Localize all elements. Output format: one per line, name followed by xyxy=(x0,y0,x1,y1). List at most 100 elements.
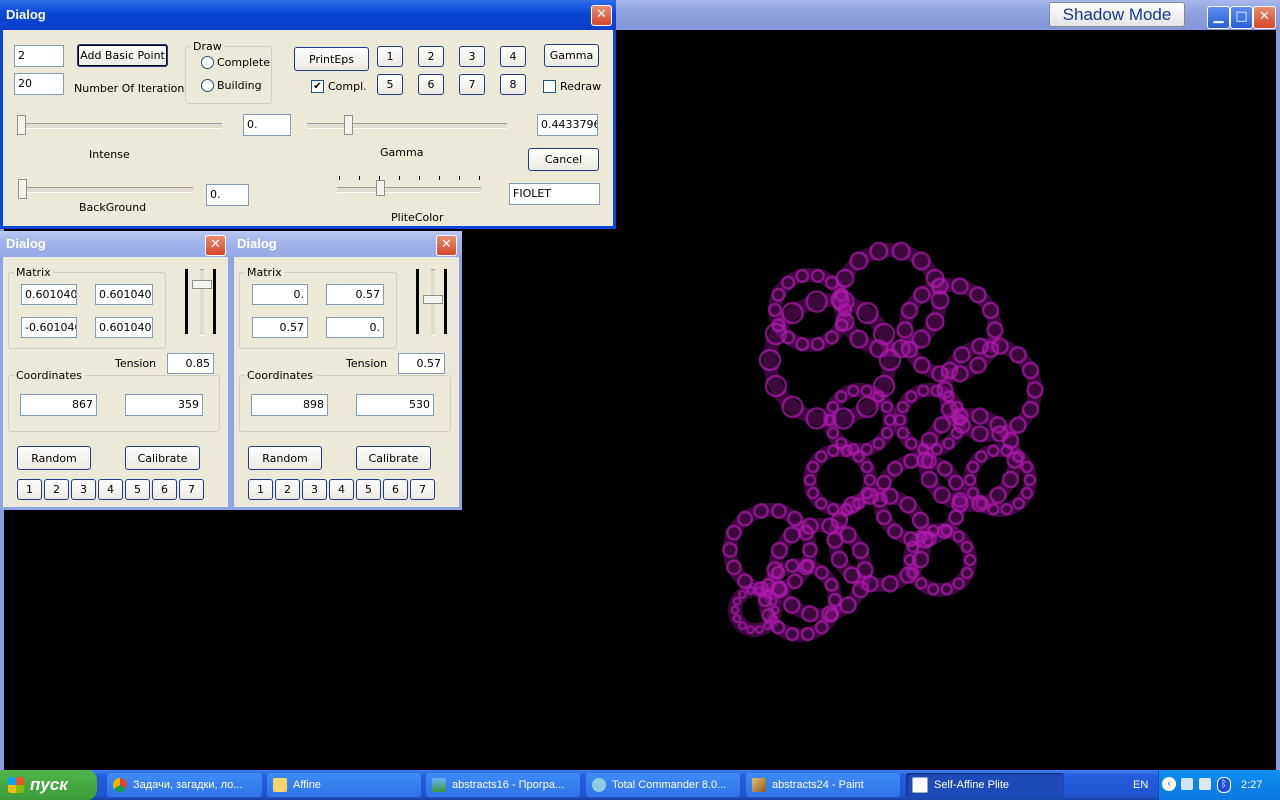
x-coordinate-field[interactable]: 898 xyxy=(251,394,328,416)
random-button[interactable]: Random xyxy=(17,446,91,470)
gamma-field[interactable]: 0.4433796 xyxy=(537,114,598,136)
calibrate-button[interactable]: Calibrate xyxy=(125,446,200,470)
number-button-3[interactable]: 3 xyxy=(302,479,327,500)
printeps-button[interactable]: PrintEps xyxy=(294,47,369,71)
clock[interactable]: 2:27 xyxy=(1241,779,1262,791)
shadow-mode-button[interactable]: Shadow Mode xyxy=(1049,2,1185,27)
intense-slider-thumb[interactable] xyxy=(17,115,26,135)
matrix-field[interactable]: 0. xyxy=(326,317,384,338)
cancel-button[interactable]: Cancel xyxy=(528,148,599,171)
basic-point-field[interactable]: 2 xyxy=(14,45,64,67)
background-label: BackGround xyxy=(79,201,147,214)
number-button-7[interactable]: 7 xyxy=(179,479,204,500)
tension-field[interactable]: 0.85 xyxy=(167,353,214,374)
start-button[interactable]: пуск xyxy=(0,770,97,800)
tension-slider-thumb[interactable] xyxy=(192,280,212,289)
tension-field[interactable]: 0.57 xyxy=(398,353,445,374)
number-button-7[interactable]: 7 xyxy=(459,74,485,95)
network-icon[interactable] xyxy=(1181,778,1193,790)
maximize-icon[interactable]: □ xyxy=(1230,6,1253,29)
taskbar-item[interactable]: abstracts16 - Програ... xyxy=(426,773,580,797)
tension-slider-thumb[interactable] xyxy=(423,295,443,304)
slider-tick xyxy=(359,176,360,180)
number-button-5[interactable]: 5 xyxy=(356,479,381,500)
number-button-3[interactable]: 3 xyxy=(71,479,96,500)
gamma-button[interactable]: Gamma xyxy=(544,44,599,67)
taskbar-item[interactable]: abstracts24 - Paint xyxy=(746,773,900,797)
taskbar-item[interactable]: Total Commander 8.0... xyxy=(586,773,740,797)
plitecolor-slider-thumb[interactable] xyxy=(376,180,385,196)
plitecolor-label: PliteColor xyxy=(391,211,444,224)
fractal-image xyxy=(722,241,1044,642)
task-label: Self-Affine Plite xyxy=(934,779,1010,791)
slider-tick xyxy=(419,176,420,180)
window-border xyxy=(1276,30,1280,770)
taskbar-item-active[interactable]: Self-Affine Plite xyxy=(906,773,1064,797)
x-coordinate-field[interactable]: 867 xyxy=(20,394,97,416)
number-button-3[interactable]: 3 xyxy=(459,46,485,67)
gamma-slider-track[interactable] xyxy=(307,123,507,129)
draw-group xyxy=(185,46,272,104)
matrix-field[interactable]: 0.57 xyxy=(252,317,308,338)
number-button-6[interactable]: 6 xyxy=(152,479,177,500)
matrix-field[interactable]: -0.6010407 xyxy=(21,317,77,338)
plitecolor-field[interactable]: FIOLET xyxy=(509,183,600,205)
taskbar-item[interactable]: Affine xyxy=(267,773,421,797)
taskbar-item[interactable]: Задачи, загадки, ло... xyxy=(107,773,262,797)
task-label: Total Commander 8.0... xyxy=(612,779,727,791)
close-icon[interactable]: ✕ xyxy=(436,235,457,256)
redraw-checkbox[interactable] xyxy=(543,80,556,93)
matrix-field[interactable]: 0.6010407 xyxy=(95,284,153,305)
matrix-field[interactable]: 0.6010407 xyxy=(95,317,153,338)
background-slider-track[interactable] xyxy=(21,187,193,193)
background-slider-thumb[interactable] xyxy=(18,179,27,199)
bluetooth-icon[interactable]: ᛒ xyxy=(1217,777,1231,793)
building-radio[interactable] xyxy=(201,79,214,92)
number-button-2[interactable]: 2 xyxy=(275,479,300,500)
number-button-5[interactable]: 5 xyxy=(125,479,150,500)
number-button-2[interactable]: 2 xyxy=(44,479,69,500)
matrix-field[interactable]: 0.6010407 xyxy=(21,284,77,305)
slider-tick xyxy=(439,176,440,180)
iterations-field[interactable]: 20 xyxy=(14,73,64,95)
close-icon[interactable]: ✕ xyxy=(205,235,226,256)
tension-slider-rail xyxy=(185,269,188,334)
number-button-6[interactable]: 6 xyxy=(418,74,444,95)
intense-slider-track[interactable] xyxy=(20,123,222,129)
number-button-5[interactable]: 5 xyxy=(377,74,403,95)
number-button-4[interactable]: 4 xyxy=(500,46,526,67)
close-icon[interactable]: ✕ xyxy=(1253,6,1276,29)
number-button-1[interactable]: 1 xyxy=(17,479,42,500)
random-button[interactable]: Random xyxy=(248,446,322,470)
minimize-icon[interactable]: ▁ xyxy=(1207,6,1230,29)
matrix-label: Matrix xyxy=(14,266,53,279)
number-button-8[interactable]: 8 xyxy=(500,74,526,95)
background-field[interactable]: 0. xyxy=(206,184,249,206)
number-button-7[interactable]: 7 xyxy=(410,479,435,500)
tension-slider-rail xyxy=(444,269,447,334)
number-button-6[interactable]: 6 xyxy=(383,479,408,500)
number-button-4[interactable]: 4 xyxy=(98,479,123,500)
close-icon[interactable]: ✕ xyxy=(591,5,612,26)
add-basic-point-button[interactable]: Add Basic Point xyxy=(77,44,168,67)
y-coordinate-field[interactable]: 530 xyxy=(356,394,434,416)
matrix-field[interactable]: 0.57 xyxy=(326,284,384,305)
number-button-1[interactable]: 1 xyxy=(377,46,403,67)
volume-icon[interactable] xyxy=(1199,778,1211,790)
windows-logo-icon xyxy=(8,777,24,793)
show-hidden-icons-icon[interactable]: ‹ xyxy=(1162,777,1176,791)
number-button-2[interactable]: 2 xyxy=(418,46,444,67)
y-coordinate-field[interactable]: 359 xyxy=(125,394,203,416)
intense-field[interactable]: 0. xyxy=(243,114,291,136)
complete-radio[interactable] xyxy=(201,56,214,69)
language-indicator[interactable]: EN xyxy=(1133,779,1148,791)
plitecolor-slider-track[interactable] xyxy=(337,187,481,193)
compl-checkbox[interactable]: ✔ xyxy=(311,80,324,93)
number-button-1[interactable]: 1 xyxy=(248,479,273,500)
coordinates-label: Coordinates xyxy=(14,369,85,382)
transform-dialog: Dialog ✕ Matrix 0. 0.57 0.57 0. Tension … xyxy=(231,231,462,510)
gamma-slider-thumb[interactable] xyxy=(344,115,353,135)
matrix-field[interactable]: 0. xyxy=(252,284,308,305)
number-button-4[interactable]: 4 xyxy=(329,479,354,500)
calibrate-button[interactable]: Calibrate xyxy=(356,446,431,470)
